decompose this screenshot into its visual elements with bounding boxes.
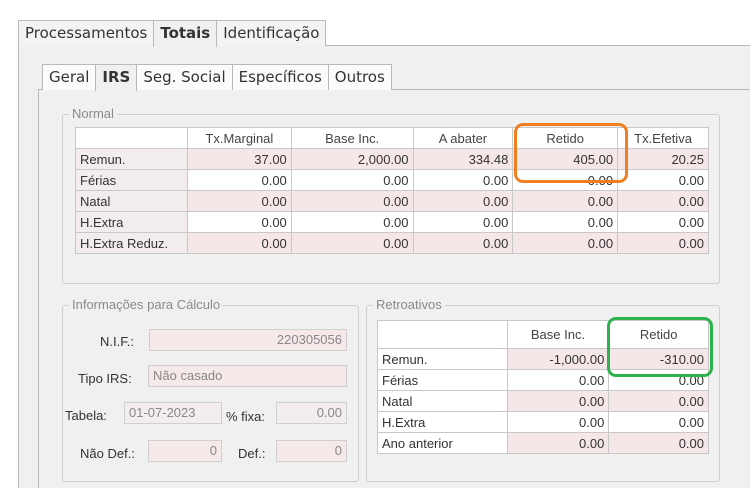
table-row: H.Extra 0.00 0.00 0.00 0.00 0.00 — [75, 211, 709, 233]
cell-value: 334.48 — [412, 148, 514, 170]
tab-seg-social[interactable]: Seg. Social — [136, 64, 233, 90]
table-row: H.Extra 0.00 0.00 — [377, 411, 709, 433]
calc-info-title: Informações para Cálculo — [69, 297, 224, 313]
tab-processamentos[interactable]: Processamentos — [18, 20, 155, 46]
tab-outros[interactable]: Outros — [327, 64, 392, 90]
nao-def-label: Não Def.: — [80, 446, 135, 461]
col-base-inc: Base Inc. — [290, 127, 414, 149]
cell-value[interactable]: 0.00 — [608, 390, 709, 412]
cell-value[interactable]: 0.00 — [186, 169, 292, 191]
cell-value[interactable]: 0.00 — [290, 169, 414, 191]
cell-value[interactable]: 0.00 — [608, 411, 709, 433]
table-row: Férias 0.00 0.00 — [377, 369, 709, 391]
cell-value[interactable]: 0.00 — [412, 232, 514, 254]
retro-row-label-natal: Natal — [377, 390, 508, 412]
col-tx-efetiva: Tx.Efetiva — [617, 127, 709, 149]
tab-especificos[interactable]: Específicos — [231, 64, 329, 90]
row-label-remun: Remun. — [75, 148, 188, 170]
normal-corner-cell — [75, 127, 188, 149]
col-a-abater: A abater — [412, 127, 514, 149]
outer-tab-bar: Processamentos Totais Identificação — [18, 20, 327, 47]
row-label-h-extra: H.Extra — [75, 211, 188, 233]
cell-value[interactable]: 0.00 — [506, 432, 610, 454]
retro-row-label-ferias: Férias — [377, 369, 508, 391]
cell-value: 405.00 — [512, 148, 619, 170]
retro-row-label-ano-anterior: Ano anterior — [377, 432, 508, 454]
cell-value[interactable]: 0.00 — [608, 432, 709, 454]
cell-value[interactable]: 0.00 — [506, 411, 610, 433]
table-row: Natal 0.00 0.00 — [377, 390, 709, 412]
cell-value[interactable]: 0.00 — [290, 190, 414, 212]
cell-value[interactable]: 0.00 — [186, 232, 292, 254]
cell-value[interactable]: 0.00 — [290, 232, 414, 254]
retro-row-label-remun: Remun. — [377, 348, 508, 370]
cell-value[interactable]: 0.00 — [512, 190, 619, 212]
cell-value: -310.00 — [608, 348, 709, 370]
cell-value[interactable]: 0.00 — [412, 190, 514, 212]
cell-value[interactable]: 0.00 — [412, 169, 514, 191]
def-field[interactable]: 0 — [276, 440, 347, 462]
tipo-irs-field[interactable]: Não casado — [148, 365, 347, 387]
cell-value[interactable]: 0.00 — [412, 211, 514, 233]
retro-col-base-inc: Base Inc. — [506, 320, 610, 349]
normal-group-title: Normal — [69, 106, 117, 122]
retroativos-table: Base Inc. Retido Remun. -1,000.00 -310.0… — [377, 320, 709, 454]
col-retido: Retido — [512, 127, 619, 149]
retroativos-title: Retroativos — [373, 297, 445, 313]
cell-value[interactable]: 0.00 — [608, 369, 709, 391]
percent-fixa-field[interactable]: 0.00 — [276, 402, 347, 424]
cell-value[interactable]: 0.00 — [512, 232, 619, 254]
nao-def-field[interactable]: 0 — [148, 440, 222, 462]
tab-totais[interactable]: Totais — [153, 20, 218, 47]
nif-label: N.I.F.: — [100, 334, 134, 349]
normal-table: Tx.Marginal Base Inc. A abater Retido Tx… — [75, 127, 709, 254]
tabela-field[interactable]: 01-07-2023 — [124, 402, 222, 424]
table-row: Remun. 37.00 2,000.00 334.48 405.00 20.2… — [75, 148, 709, 170]
table-row: Férias 0.00 0.00 0.00 0.00 0.00 — [75, 169, 709, 191]
cell-value[interactable]: 0.00 — [506, 390, 610, 412]
cell-value: 37.00 — [186, 148, 292, 170]
row-label-ferias: Férias — [75, 169, 188, 191]
tabela-label: Tabela: — [65, 408, 107, 423]
table-row: Natal 0.00 0.00 0.00 0.00 0.00 — [75, 190, 709, 212]
cell-value[interactable]: 0.00 — [512, 211, 619, 233]
inner-tab-bar: Geral IRS Seg. Social Específicos Outros — [42, 64, 392, 91]
tab-geral[interactable]: Geral — [42, 64, 97, 90]
cell-value[interactable]: 0.00 — [290, 211, 414, 233]
col-tx-marginal: Tx.Marginal — [186, 127, 292, 149]
row-label-h-extra-reduz: H.Extra Reduz. — [75, 232, 188, 254]
cell-value[interactable]: 0.00 — [186, 211, 292, 233]
cell-value[interactable]: 0.00 — [512, 169, 619, 191]
cell-value[interactable]: 0.00 — [186, 190, 292, 212]
cell-value: 2,000.00 — [290, 148, 414, 170]
cell-value[interactable]: 0.00 — [617, 211, 709, 233]
cell-value[interactable]: 0.00 — [617, 169, 709, 191]
cell-value: -1,000.00 — [506, 348, 610, 370]
percent-fixa-label: % fixa: — [226, 409, 266, 424]
cell-value[interactable]: 0.00 — [617, 232, 709, 254]
tab-irs[interactable]: IRS — [95, 64, 138, 91]
table-row: Remun. -1,000.00 -310.00 — [377, 348, 709, 370]
table-row: Ano anterior 0.00 0.00 — [377, 432, 709, 454]
retro-corner-cell — [377, 320, 508, 349]
retro-col-retido: Retido — [608, 320, 709, 349]
table-row: H.Extra Reduz. 0.00 0.00 0.00 0.00 0.00 — [75, 232, 709, 254]
cell-value[interactable]: 0.00 — [617, 190, 709, 212]
cell-value: 20.25 — [617, 148, 709, 170]
retro-row-label-h-extra: H.Extra — [377, 411, 508, 433]
cell-value[interactable]: 0.00 — [506, 369, 610, 391]
row-label-natal: Natal — [75, 190, 188, 212]
nif-field[interactable]: 220305056 — [149, 329, 347, 351]
tipo-irs-label: Tipo IRS: — [78, 371, 132, 386]
tab-identificacao[interactable]: Identificação — [216, 20, 327, 46]
def-label: Def.: — [238, 446, 266, 461]
